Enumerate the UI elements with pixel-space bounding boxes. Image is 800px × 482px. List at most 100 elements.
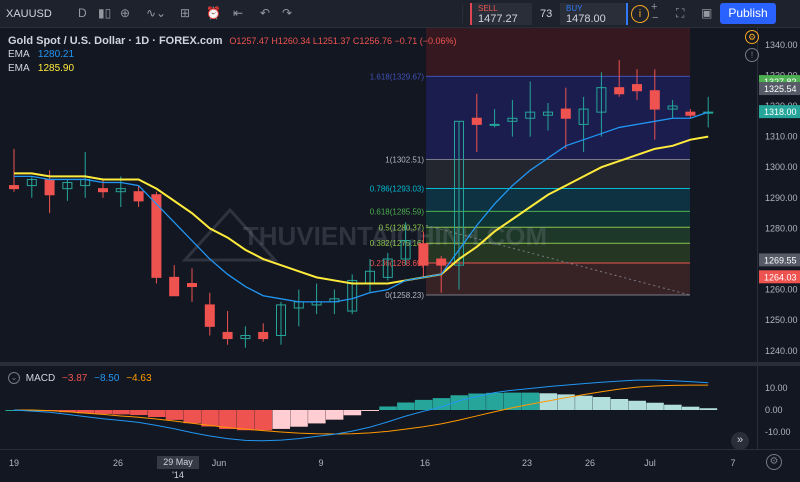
price-tick-label: 1260.00 [765, 285, 798, 295]
macd-histogram-bar [379, 406, 397, 410]
collapse-icon[interactable]: ⌄ [8, 372, 20, 384]
fib-level-label: 0.236(1268.69) [370, 259, 425, 268]
candle-body [169, 276, 180, 297]
candle-body [222, 331, 233, 340]
macd-histogram-bar [361, 410, 379, 411]
macd-label[interactable]: MACD [26, 373, 55, 384]
macd-histogram-bar [236, 410, 255, 431]
time-tick-label: 26 [585, 458, 595, 468]
macd-tick-label: 0.00 [765, 405, 783, 415]
price-tick-label: 1250.00 [765, 315, 798, 325]
price-axis-border [757, 28, 758, 449]
time-tick-label: 23 [522, 458, 532, 468]
macd-value-1: −3.87 [62, 372, 88, 384]
candle-body [133, 191, 144, 202]
macd-histogram-bar [592, 397, 611, 410]
macd-legend: ⌄ MACD −3.87 −8.50 −4.63 [8, 372, 152, 384]
price-tick-label: 1340.00 [765, 40, 798, 50]
ema-fast-value: 1280.21 [37, 49, 75, 60]
macd-histogram-bar [575, 395, 593, 410]
macd-histogram-bar [343, 410, 362, 416]
time-tick-label: 9 [318, 458, 323, 468]
time-tick-label: Jun [212, 458, 227, 468]
macd-histogram-bar [201, 410, 219, 427]
candle-body [44, 178, 55, 196]
price-tick-label: 1240.00 [765, 346, 798, 356]
watermark: THUVIENTAICHINH.COM [243, 221, 547, 251]
ema-fast-label[interactable]: EMA [8, 49, 29, 60]
fib-level-label: 0.618(1285.59) [370, 207, 425, 216]
price-tick-label: 1280.00 [765, 223, 798, 233]
alert-dot-icon[interactable]: ! [745, 48, 759, 62]
candle-body [489, 123, 500, 126]
fib-zone [426, 159, 690, 189]
candle-body [98, 188, 108, 193]
macd-histogram-bar [308, 410, 326, 424]
price-tag-label: 1318.00 [764, 107, 797, 117]
chart-title: Gold Spot / U.S. Dollar · 1D · FOREX.com [8, 35, 223, 47]
ema-slow-value: 1285.90 [37, 63, 75, 74]
macd-histogram-bar [130, 410, 148, 416]
macd-histogram-bar [272, 410, 290, 429]
macd-histogram-bar [94, 410, 112, 414]
macd-tick-label: -10.00 [765, 427, 791, 437]
price-tick-label: 1310.00 [765, 132, 798, 142]
price-tag-label: 1264.03 [764, 272, 797, 282]
time-tick-label: 19 [9, 458, 19, 468]
fib-zone [426, 188, 690, 212]
macd-histogram-bar [165, 410, 184, 420]
candle-body [418, 243, 429, 266]
candle-body [471, 117, 482, 125]
ema-slow-label[interactable]: EMA [8, 63, 29, 74]
macd-histogram-bar [610, 399, 629, 410]
settings-icon[interactable]: ⚙ [745, 30, 759, 44]
candle-body [614, 87, 625, 95]
price-tag-label: 1325.54 [764, 84, 797, 94]
macd-histogram-bar [699, 408, 718, 410]
settings-gear-icon[interactable]: ⚙ [766, 454, 782, 470]
fib-level-label: 0.786(1293.03) [370, 185, 425, 194]
scroll-to-latest-icon[interactable]: » [731, 432, 749, 450]
price-tick-label: 1300.00 [765, 162, 798, 172]
macd-histogram-bar [397, 402, 415, 410]
candle-body [436, 258, 447, 266]
chart-legend: Gold Spot / U.S. Dollar · 1D · FOREX.com… [8, 34, 457, 76]
price-tag-label: 1269.55 [764, 255, 797, 265]
price-tick-label: 1290.00 [765, 193, 798, 203]
macd-histogram-bar [112, 410, 130, 415]
macd-histogram-bar [521, 392, 540, 410]
macd-histogram-bar [646, 402, 664, 410]
macd-histogram-bar [664, 404, 682, 410]
ohlc-values: O1257.47 H1260.34 L1251.37 C1256.76 −0.7… [229, 36, 457, 46]
candle-body [685, 111, 696, 116]
pane-separator [0, 362, 800, 366]
candle-body [560, 108, 571, 119]
fib-level-label: 1(1302.51) [385, 156, 424, 165]
time-tick-label: 7 [730, 458, 735, 468]
candle-body [9, 185, 19, 190]
candle-body [649, 90, 660, 110]
macd-histogram-bar [325, 410, 344, 420]
macd-histogram-bar [681, 406, 700, 410]
macd-histogram-bar [147, 410, 166, 418]
macd-histogram-bar [254, 410, 273, 431]
time-tick-label: 16 [420, 458, 430, 468]
time-tick-label: 26 [113, 458, 123, 468]
macd-value-3: −4.63 [126, 372, 152, 384]
macd-value-2: −8.50 [94, 372, 120, 384]
crosshair-date: 29 May '14 [157, 456, 199, 480]
macd-histogram-bar [628, 400, 646, 410]
candle-body [258, 331, 269, 340]
fib-zone [426, 263, 690, 296]
candle-body [632, 84, 642, 92]
macd-histogram-bar [290, 410, 308, 427]
macd-histogram-bar [414, 399, 433, 410]
macd-histogram-bar [183, 410, 201, 424]
fib-level-label: 0(1258.23) [385, 291, 424, 300]
time-tick-label: Jul [644, 458, 656, 468]
time-axis-border [0, 449, 800, 450]
candle-body [187, 283, 197, 288]
macd-histogram-bar [219, 410, 237, 429]
fib-zone [426, 76, 690, 160]
candle-body [204, 304, 215, 327]
